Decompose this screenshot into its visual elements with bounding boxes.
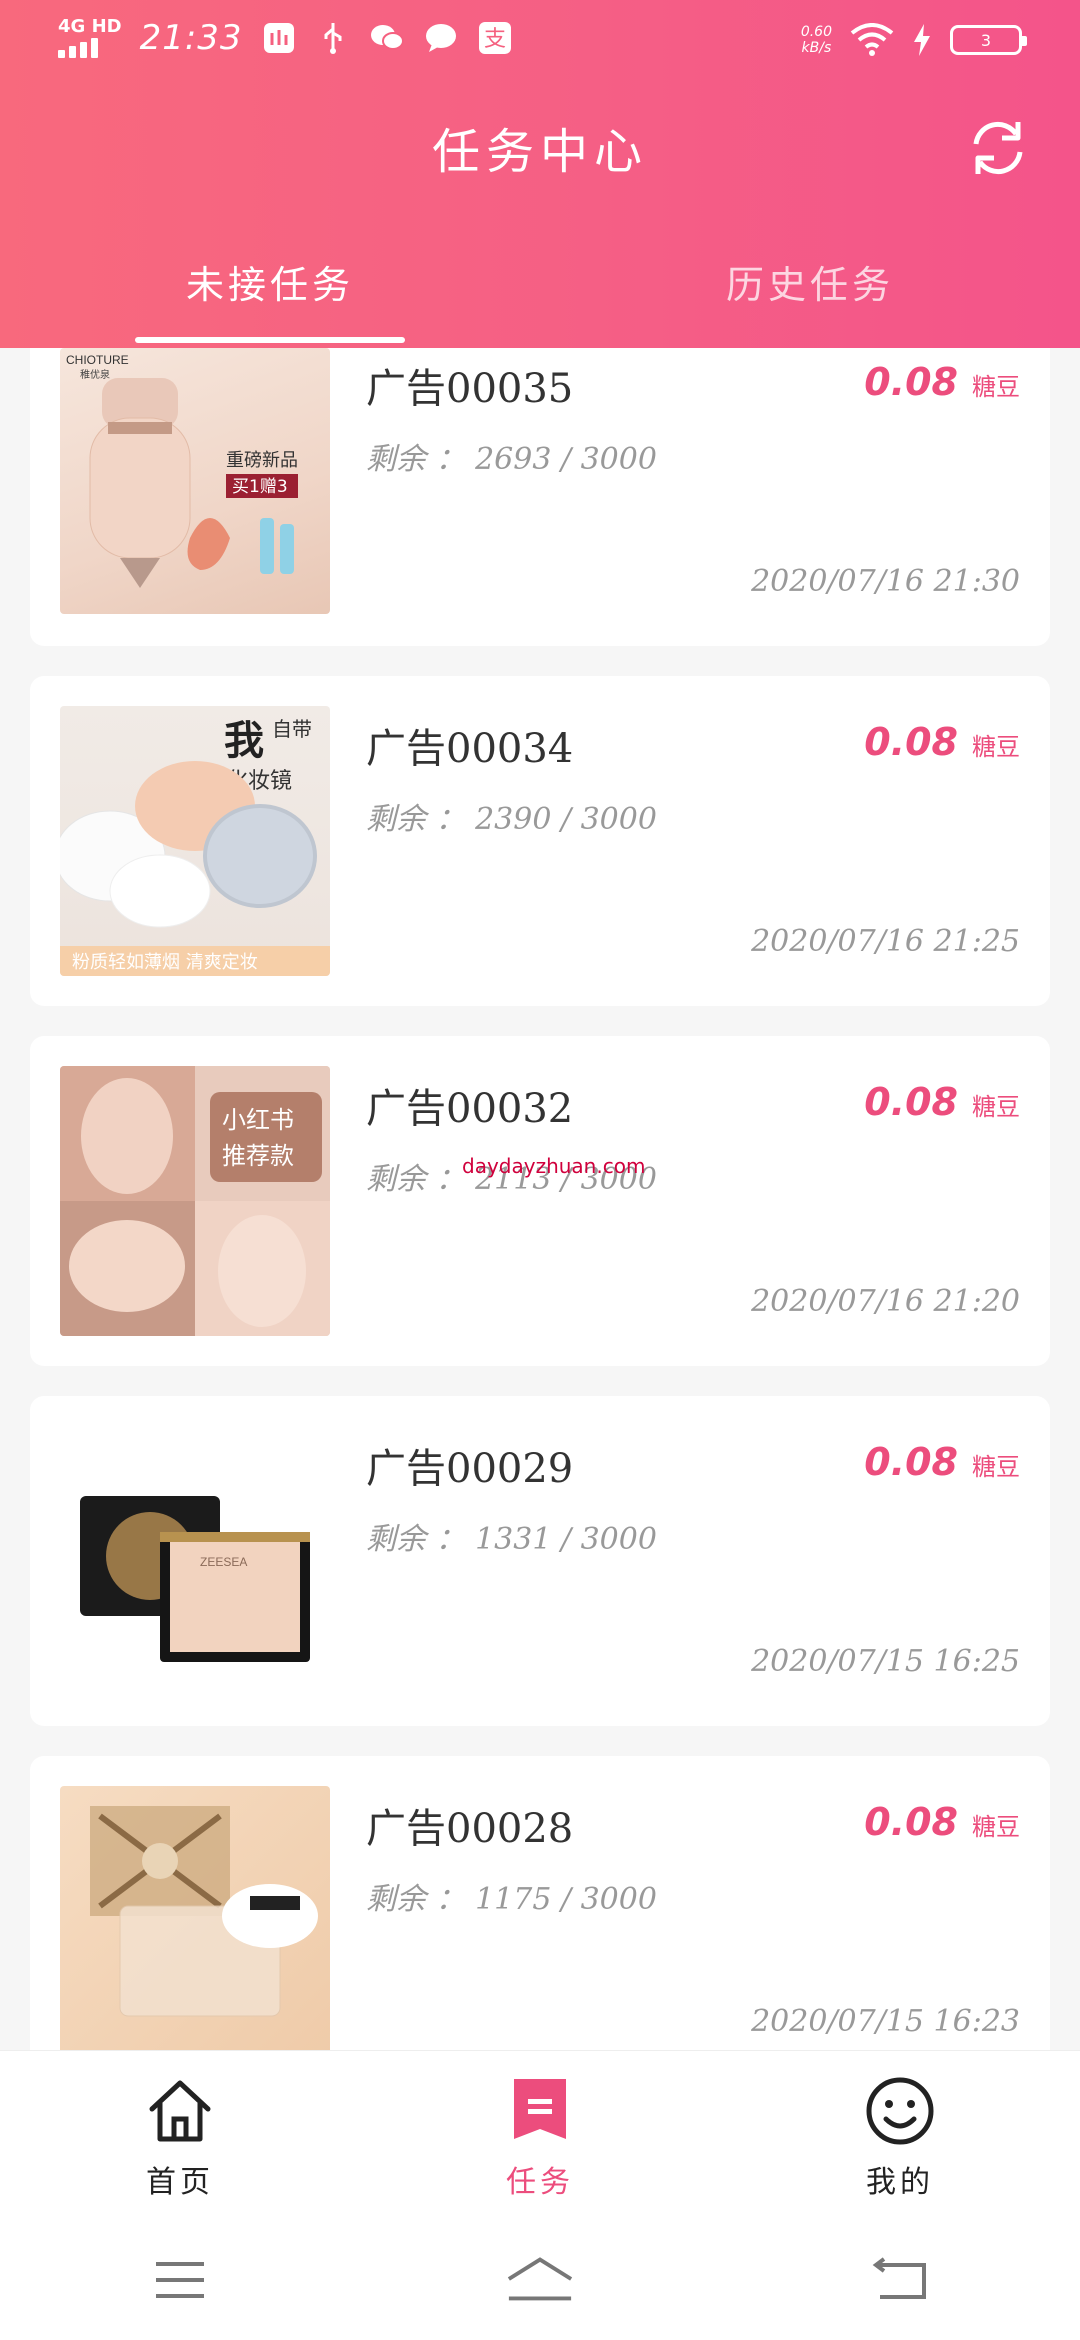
app-notification-icon xyxy=(261,20,297,56)
menu-button[interactable] xyxy=(145,2250,215,2310)
task-remaining: 剩余 ： 2693 / 3000 xyxy=(366,442,657,477)
nav-profile[interactable]: 我的 xyxy=(720,2051,1080,2220)
header: 4G HD 21:33 支 0.60 kB/s 3 任务中心 未接任务 历史任务 xyxy=(0,0,1080,348)
clock: 21:33 xyxy=(139,18,243,58)
task-remaining: 剩余 ： 1331 / 3000 xyxy=(366,1522,657,1557)
message-icon xyxy=(423,20,459,56)
reward-unit: 糖豆 xyxy=(972,373,1020,401)
reward-amount: 0.08 xyxy=(864,1080,958,1124)
task-remaining: 剩余 ： 2390 / 3000 xyxy=(366,802,657,837)
svg-text:支: 支 xyxy=(484,27,506,52)
back-icon xyxy=(872,2257,926,2299)
network-indicator: 4G HD xyxy=(58,18,122,58)
task-card[interactable]: CHIOTURE 稚优泉 重磅新品 买1赠3 广告00035 剩余 ： 2693… xyxy=(30,348,1050,646)
thumb-brand: CHIOTURE xyxy=(66,353,129,367)
reward-amount: 0.08 xyxy=(864,1440,958,1484)
thumb-promo2: 推荐款 xyxy=(222,1142,294,1170)
thumb-promo2: 自带 xyxy=(272,717,312,741)
task-reward: 0.08 糖豆 xyxy=(864,360,1020,404)
task-icon xyxy=(514,2079,566,2139)
task-card[interactable]: 小红书 推荐款 daydayzhuan.com 广告00032 剩余 ： 211… xyxy=(30,1036,1050,1366)
nav-home-label: 首页 xyxy=(146,2165,214,2200)
alipay-icon: 支 xyxy=(477,20,513,56)
nav-tasks-label: 任务 xyxy=(506,2165,574,2200)
task-name: 广告00035 xyxy=(366,366,574,412)
task-name: 广告00029 xyxy=(366,1446,574,1492)
wifi-icon xyxy=(850,22,894,58)
refresh-icon xyxy=(973,122,1023,174)
reward-unit: 糖豆 xyxy=(972,1813,1020,1841)
nav-home[interactable]: 首页 xyxy=(0,2051,360,2220)
tab-active-indicator xyxy=(135,337,405,343)
thumb-brand: ZEESEA xyxy=(200,1555,247,1569)
task-card[interactable]: ZEESEA 广告00029 剩余 ： 1331 / 3000 0.08 糖豆 … xyxy=(30,1396,1050,1726)
task-thumbnail: 小红书 推荐款 xyxy=(60,1066,330,1336)
reward-amount: 0.08 xyxy=(864,360,958,404)
home-icon xyxy=(149,2080,211,2142)
system-navigation-bar xyxy=(0,2220,1080,2340)
tab-bar: 未接任务 历史任务 xyxy=(0,236,1080,348)
task-thumbnail: ZEESEA xyxy=(60,1426,330,1696)
charging-icon xyxy=(912,22,932,58)
reward-amount: 0.08 xyxy=(864,1800,958,1844)
task-remaining: 剩余 ： 1175 / 3000 xyxy=(366,1882,657,1917)
task-thumbnail xyxy=(60,1786,330,2056)
thumb-promo1: 小红书 xyxy=(222,1106,294,1134)
task-list: CHIOTURE 稚优泉 重磅新品 买1赠3 广告00035 剩余 ： 2693… xyxy=(30,348,1050,2116)
thumb-promo2: 买1赠3 xyxy=(232,477,288,497)
task-thumbnail: CHIOTURE 稚优泉 重磅新品 买1赠3 xyxy=(60,348,330,614)
task-card[interactable]: 广告00028 剩余 ： 1175 / 3000 0.08 糖豆 2020/07… xyxy=(30,1756,1050,2086)
status-bar: 4G HD 21:33 支 0.60 kB/s 3 xyxy=(0,0,1080,86)
task-date: 2020/07/15 16:25 xyxy=(751,1644,1020,1679)
network-speed: 0.60 kB/s xyxy=(800,24,832,56)
nav-profile-label: 我的 xyxy=(866,2165,934,2200)
reward-unit: 糖豆 xyxy=(972,1453,1020,1481)
task-reward: 0.08 糖豆 xyxy=(864,1800,1020,1844)
thumb-brand-cn: 稚优泉 xyxy=(80,368,110,381)
refresh-button[interactable] xyxy=(966,116,1030,180)
chevron-home-icon xyxy=(507,2257,573,2301)
task-reward: 0.08 糖豆 xyxy=(864,1080,1020,1124)
task-date: 2020/07/15 16:23 xyxy=(751,2004,1020,2039)
task-reward: 0.08 糖豆 xyxy=(864,1440,1020,1484)
task-date: 2020/07/16 21:20 xyxy=(751,1284,1020,1319)
menu-icon xyxy=(156,2262,204,2298)
thumb-caption: 粉质轻如薄烟 清爽定妆 xyxy=(72,952,258,973)
task-name: 广告00028 xyxy=(366,1806,574,1852)
page-title: 任务中心 xyxy=(431,124,648,180)
task-thumbnail: 我 自带 化妆镜 粉质轻如薄烟 清爽定妆 xyxy=(60,706,330,976)
signal-icon xyxy=(58,36,122,58)
task-date: 2020/07/16 21:25 xyxy=(751,924,1020,959)
bottom-navigation: 首页 任务 我的 xyxy=(0,2050,1080,2220)
back-button[interactable] xyxy=(865,2250,935,2310)
task-name: 广告00034 xyxy=(366,726,574,772)
thumb-promo1: 重磅新品 xyxy=(226,450,298,471)
reward-unit: 糖豆 xyxy=(972,733,1020,761)
tab-history[interactable]: 历史任务 xyxy=(540,236,1080,348)
smiley-icon xyxy=(866,2077,934,2145)
tab-pending[interactable]: 未接任务 xyxy=(0,236,540,348)
screen: 4G HD 21:33 支 0.60 kB/s 3 任务中心 未接任务 历史任务… xyxy=(0,0,1080,2340)
reward-unit: 糖豆 xyxy=(972,1093,1020,1121)
network-label: 4G HD xyxy=(58,16,122,37)
task-card[interactable]: 我 自带 化妆镜 粉质轻如薄烟 清爽定妆 广告00034 剩余 ： 2390 /… xyxy=(30,676,1050,1006)
wechat-icon xyxy=(369,20,405,56)
home-system-button[interactable] xyxy=(505,2250,575,2310)
task-date: 2020/07/16 21:30 xyxy=(751,564,1020,599)
nav-tasks[interactable]: 任务 xyxy=(360,2051,720,2220)
reward-amount: 0.08 xyxy=(864,720,958,764)
task-reward: 0.08 糖豆 xyxy=(864,720,1020,764)
task-name: 广告00032 xyxy=(366,1086,574,1132)
usb-icon xyxy=(315,20,351,56)
battery-icon: 3 xyxy=(950,25,1027,55)
watermark: daydayzhuan.com xyxy=(462,1154,646,1178)
thumb-promo1: 我 xyxy=(224,718,264,764)
